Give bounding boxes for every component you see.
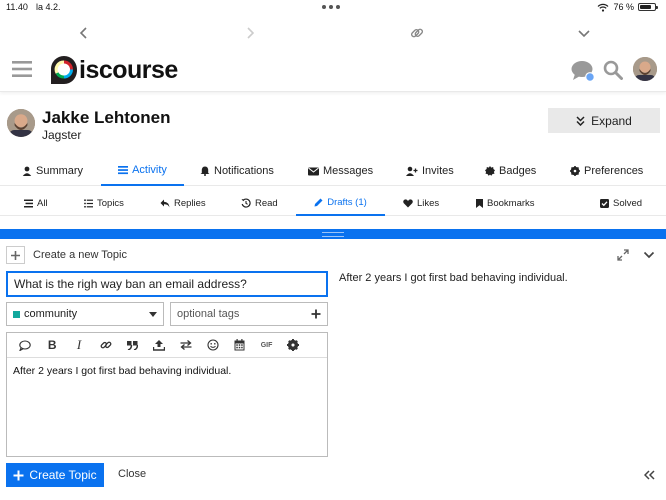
category-color-swatch bbox=[13, 310, 20, 318]
search-icon[interactable] bbox=[603, 60, 623, 80]
user-avatar-icon[interactable] bbox=[633, 57, 657, 81]
composer-action-label: Create a new Topic bbox=[33, 249, 127, 261]
subnav-drafts[interactable]: Drafts (1) bbox=[296, 190, 385, 216]
plus-icon[interactable] bbox=[6, 246, 25, 264]
discourse-logo-icon bbox=[51, 56, 77, 84]
list-icon bbox=[118, 166, 129, 175]
smile-icon[interactable] bbox=[200, 333, 227, 358]
plus-icon bbox=[13, 470, 24, 480]
calendar-icon[interactable] bbox=[226, 333, 253, 358]
status-bar: 11.40 la 4.2. 76 % bbox=[0, 0, 666, 16]
subnav-topics[interactable]: Topics bbox=[84, 190, 124, 216]
editor-toolbar: B I GIF bbox=[7, 333, 327, 358]
nav-notifications[interactable]: Notifications bbox=[200, 156, 274, 186]
subnav-solved[interactable]: Solved bbox=[600, 190, 642, 216]
upload-icon[interactable] bbox=[146, 333, 173, 358]
pencil-icon bbox=[314, 198, 323, 206]
gear-icon bbox=[570, 166, 580, 176]
hamburger-menu-icon[interactable] bbox=[12, 60, 32, 78]
profile-avatar-icon[interactable] bbox=[7, 109, 35, 137]
status-time: 11.40 bbox=[6, 2, 28, 12]
status-date: la 4.2. bbox=[36, 2, 61, 12]
check-square-icon bbox=[600, 198, 609, 208]
subnav-bookmarks[interactable]: Bookmarks bbox=[476, 190, 535, 216]
list-ul-icon bbox=[84, 198, 93, 208]
exchange-icon[interactable] bbox=[173, 333, 200, 358]
chevron-down-icon[interactable] bbox=[576, 25, 592, 41]
nav-invites[interactable]: Invites bbox=[406, 156, 454, 186]
forward-chevron-icon[interactable] bbox=[242, 25, 258, 41]
user-plus-icon bbox=[406, 166, 418, 176]
stream-icon bbox=[24, 199, 33, 207]
battery-percent: 76 % bbox=[613, 2, 634, 12]
profile-name: Jakke Lehtonen bbox=[42, 108, 171, 127]
discourse-logo[interactable]: iscourse bbox=[50, 53, 178, 87]
certificate-icon bbox=[485, 166, 495, 176]
battery-icon bbox=[638, 3, 658, 11]
plus-icon[interactable] bbox=[311, 309, 321, 319]
caret-down-icon bbox=[149, 311, 157, 317]
expand-label: Expand bbox=[591, 113, 632, 128]
gear-icon[interactable] bbox=[280, 333, 307, 358]
composer-preview: After 2 years I got first bad behaving i… bbox=[339, 272, 568, 284]
nav-badges[interactable]: Badges bbox=[485, 156, 536, 186]
composer-action-title[interactable]: Create a new Topic bbox=[6, 246, 127, 264]
composer-textarea[interactable]: After 2 years I got first bad behaving i… bbox=[7, 358, 327, 384]
nav-preferences[interactable]: Preferences bbox=[570, 156, 643, 186]
nav-activity[interactable]: Activity bbox=[101, 156, 184, 186]
italic-icon[interactable]: I bbox=[66, 333, 93, 358]
multitasking-dots-icon[interactable] bbox=[322, 5, 340, 9]
nav-messages[interactable]: Messages bbox=[308, 156, 373, 186]
subnav-all[interactable]: All bbox=[24, 190, 48, 216]
expand-button[interactable]: Expand bbox=[548, 108, 660, 133]
tags-input[interactable]: optional tags bbox=[170, 302, 328, 326]
tags-placeholder: optional tags bbox=[177, 308, 240, 320]
bold-icon[interactable]: B bbox=[39, 333, 66, 358]
user-icon bbox=[22, 166, 32, 176]
profile-title: Jagster bbox=[42, 128, 82, 142]
logo-text: iscourse bbox=[79, 55, 178, 84]
wifi-icon bbox=[598, 3, 609, 12]
bookmark-icon bbox=[476, 198, 483, 208]
collapse-composer-chevron-icon[interactable] bbox=[643, 250, 655, 260]
chat-bubble-icon[interactable] bbox=[571, 60, 597, 82]
subnav-read[interactable]: Read bbox=[241, 190, 278, 216]
nav-summary[interactable]: Summary bbox=[22, 156, 83, 186]
category-label: community bbox=[24, 308, 78, 320]
category-select[interactable]: community bbox=[6, 302, 164, 326]
browser-toolbar bbox=[0, 18, 666, 48]
topic-title-input[interactable] bbox=[6, 271, 328, 297]
close-composer-link[interactable]: Close bbox=[118, 468, 146, 480]
fullscreen-expand-icon[interactable] bbox=[617, 249, 629, 261]
link-icon[interactable] bbox=[92, 333, 119, 358]
history-icon bbox=[241, 198, 251, 208]
back-chevron-icon[interactable] bbox=[76, 25, 92, 41]
blockquote-icon[interactable] bbox=[119, 333, 146, 358]
double-chevron-down-icon bbox=[576, 115, 585, 126]
quote-bubble-icon[interactable] bbox=[12, 333, 39, 358]
subnav-replies[interactable]: Replies bbox=[160, 190, 206, 216]
reply-icon bbox=[160, 199, 170, 207]
gif-icon[interactable]: GIF bbox=[253, 333, 280, 358]
create-topic-label: Create Topic bbox=[29, 468, 97, 482]
activity-secondary-nav: All Topics Replies Read Drafts (1) Likes… bbox=[0, 190, 666, 216]
subnav-likes[interactable]: Likes bbox=[403, 190, 439, 216]
profile-primary-nav: Summary Activity Notifications Messages … bbox=[0, 156, 666, 186]
double-chevron-left-icon[interactable] bbox=[644, 470, 655, 480]
composer-resize-grippie[interactable] bbox=[0, 229, 666, 239]
site-header: iscourse bbox=[0, 48, 666, 92]
link-icon[interactable] bbox=[409, 25, 425, 41]
composer-editor: B I GIF After 2 years I got first bad be… bbox=[6, 332, 328, 457]
bell-icon bbox=[200, 166, 210, 176]
heart-icon bbox=[403, 198, 413, 207]
envelope-icon bbox=[308, 167, 319, 175]
create-topic-button[interactable]: Create Topic bbox=[6, 463, 104, 487]
